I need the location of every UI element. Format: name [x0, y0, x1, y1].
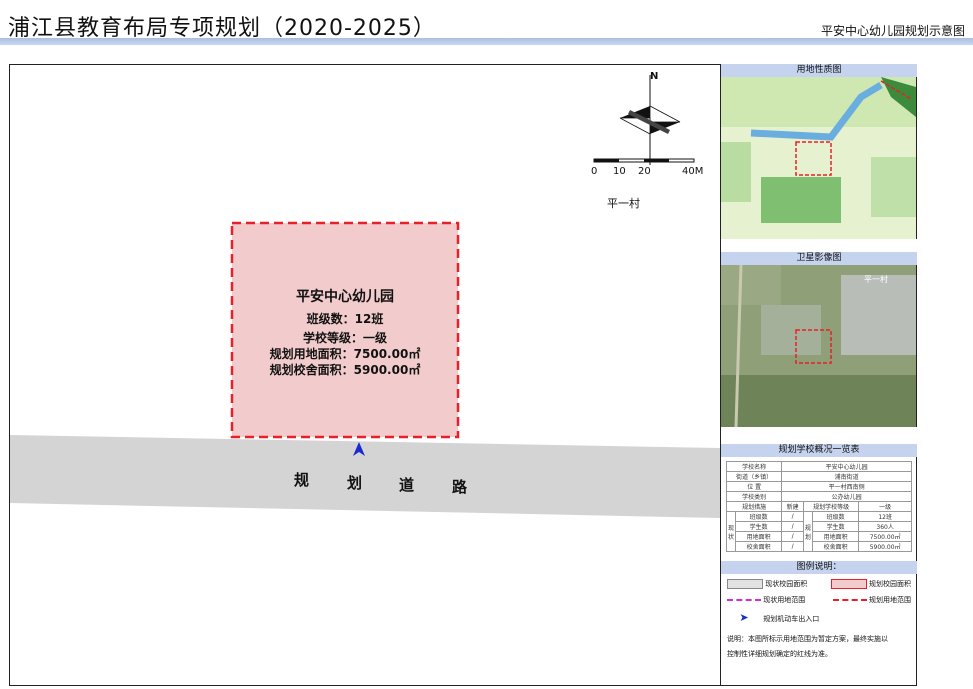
- compass-icon: [619, 75, 681, 165]
- legend-entrance: ➤ 规划机动车出入口: [727, 611, 911, 624]
- village-label: 平一村: [607, 197, 640, 210]
- legend-planned-campus: 规划校园面积: [830, 579, 911, 589]
- road-label-char: 路: [452, 478, 468, 496]
- scale-label-20: 20: [638, 166, 651, 177]
- road-label-char: 规: [294, 471, 310, 489]
- road-label-char: 划: [347, 474, 363, 492]
- satellite-village-label: 平一村: [864, 275, 888, 284]
- sidebar: 用地性质图 卫星影像图 平一村 规划学校概况一览表 学校名称 平安中心幼儿园 街道…: [720, 64, 917, 686]
- table-title: 规划学校概况一览表: [721, 444, 917, 457]
- landuse-map[interactable]: [721, 77, 916, 239]
- legend-current-campus: 现状校园面积: [727, 579, 807, 589]
- school-land-area: 规划用地面积：7500.00㎡: [269, 347, 421, 361]
- legend-note-line2: 控制性详细规划确定的红线为准。: [727, 650, 832, 658]
- school-classes: 班级数：12班: [306, 312, 384, 326]
- legend-planned-boundary: 规划用地范围: [832, 595, 911, 605]
- legend-title: 图例说明：: [721, 561, 917, 574]
- school-grade: 学校等级：一级: [302, 331, 387, 345]
- legend-note-line1: 说明：本图所标示用地范围为暂定方案，最终实施以: [727, 635, 888, 643]
- school-name: 平安中心幼儿园: [296, 289, 394, 305]
- planned-road: [10, 435, 720, 518]
- satellite-title: 卫星影像图: [721, 252, 917, 265]
- scale-bar: [593, 158, 695, 163]
- header-divider: [0, 38, 973, 45]
- legend: 现状校园面积 规划校园面积 现状用地范围 规划用地范围 ➤ 规划机动车出入口 说…: [721, 574, 917, 662]
- page-subtitle: 平安中心幼儿园规划示意图: [820, 24, 965, 38]
- landuse-title: 用地性质图: [721, 64, 917, 77]
- scale-label-10: 10: [613, 166, 626, 177]
- scale-label-40: 40M: [682, 166, 704, 177]
- school-building-area: 规划校舍面积：5900.00㎡: [269, 363, 421, 377]
- road-label-char: 道: [399, 476, 415, 494]
- satellite-map[interactable]: 平一村: [721, 265, 917, 427]
- entrance-arrow-icon: ➤: [739, 611, 749, 624]
- school-info-table: 学校名称 平安中心幼儿园 街道（乡镇） 浦南街道 位 置平一村西南侧 学校类别 公办幼…: [725, 461, 912, 552]
- legend-current-boundary: 现状用地范围: [727, 595, 805, 605]
- north-label: N: [650, 71, 659, 82]
- scale-label-0: 0: [591, 166, 598, 177]
